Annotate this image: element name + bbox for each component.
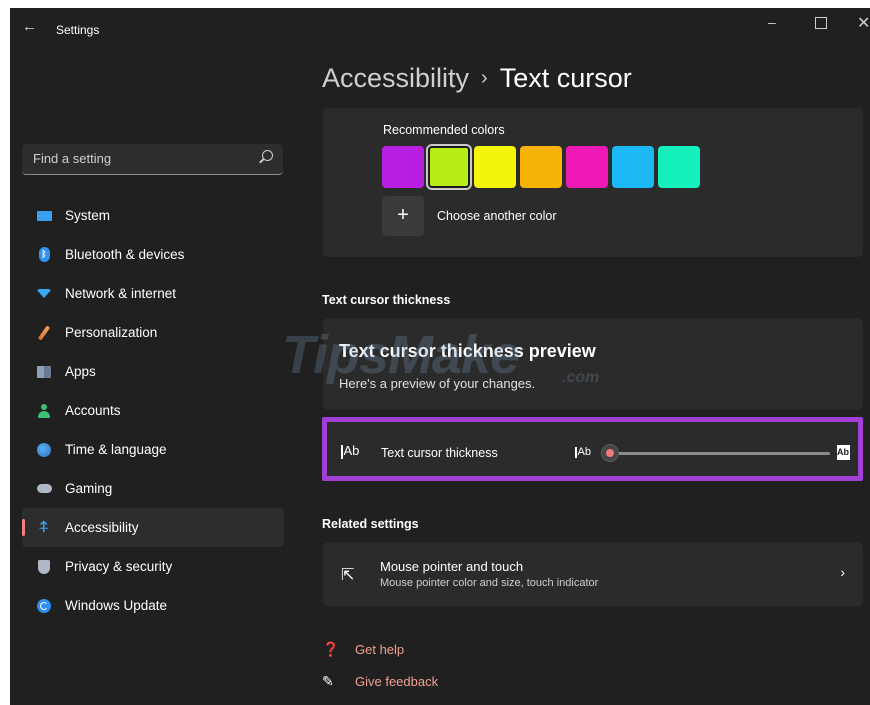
thickness-heading: Text cursor thickness: [322, 293, 451, 307]
breadcrumb: Accessibility › Text cursor: [322, 63, 632, 94]
title-bar: ← Settings – ✕: [10, 8, 870, 48]
sidebar-item-privacy[interactable]: Privacy & security: [22, 547, 284, 586]
sidebar-item-label: Bluetooth & devices: [65, 247, 185, 262]
sidebar-item-system[interactable]: System: [22, 196, 284, 235]
color-swatch[interactable]: [474, 146, 516, 188]
app-title: Settings: [56, 23, 100, 37]
thickness-slider-thumb[interactable]: [601, 444, 619, 462]
text-cursor-icon: Ab: [341, 443, 359, 459]
thickness-slider-track[interactable]: [610, 452, 830, 455]
sidebar-item-personalization[interactable]: Personalization: [22, 313, 284, 352]
maximize-icon[interactable]: [815, 17, 827, 29]
sidebar-item-label: Personalization: [65, 325, 158, 340]
color-swatch[interactable]: [382, 146, 424, 188]
color-swatch[interactable]: [612, 146, 654, 188]
mouse-pointer-subtitle: Mouse pointer color and size, touch indi…: [380, 577, 599, 589]
globe-clock-icon: [36, 442, 52, 458]
related-settings-heading: Related settings: [322, 517, 419, 531]
sidebar-item-label: Network & internet: [65, 286, 177, 301]
mouse-pointer-title: Mouse pointer and touch: [380, 559, 524, 574]
thick-cursor-icon: Ab: [837, 445, 850, 460]
color-swatches: [382, 146, 700, 188]
sidebar-nav: System ᛒ Bluetooth & devices Network & i…: [22, 196, 284, 625]
sidebar-item-label: Windows Update: [65, 598, 168, 613]
watermark-suffix: .com: [562, 369, 600, 386]
brush-icon: [36, 324, 52, 341]
thickness-setting-row: Ab Text cursor thickness Ab Ab: [322, 417, 863, 481]
sidebar-item-time-language[interactable]: Time & language: [22, 430, 284, 469]
sidebar-item-label: Gaming: [65, 481, 113, 496]
thickness-label: Text cursor thickness: [381, 446, 498, 460]
choose-color-label[interactable]: Choose another color: [437, 209, 557, 223]
sidebar-item-accounts[interactable]: Accounts: [22, 391, 284, 430]
sidebar-item-label: Privacy & security: [65, 559, 173, 574]
minimize-icon[interactable]: –: [768, 14, 776, 30]
feedback-icon: ✎: [322, 673, 334, 689]
wifi-icon: [36, 286, 52, 302]
color-swatch[interactable]: [566, 146, 608, 188]
controller-icon: [36, 481, 52, 497]
active-indicator: [22, 519, 25, 536]
page-title: Text cursor: [499, 63, 632, 93]
back-arrow-icon[interactable]: ←: [22, 18, 37, 35]
sidebar-item-gaming[interactable]: Gaming: [22, 469, 284, 508]
sidebar-item-bluetooth[interactable]: ᛒ Bluetooth & devices: [22, 235, 284, 274]
watermark-logo: TipsMake: [282, 325, 520, 385]
chevron-right-icon: ›: [840, 564, 845, 580]
add-color-button[interactable]: +: [382, 196, 424, 236]
settings-window: ← Settings – ✕ Find a setting System ᛒ B…: [10, 8, 870, 705]
close-icon[interactable]: ✕: [857, 13, 870, 33]
breadcrumb-parent[interactable]: Accessibility: [322, 63, 469, 93]
sidebar-item-label: System: [65, 208, 111, 223]
sidebar-item-apps[interactable]: Apps: [22, 352, 284, 391]
give-feedback-link[interactable]: Give feedback: [355, 674, 438, 689]
search-input[interactable]: Find a setting: [22, 144, 283, 175]
apps-icon: [36, 364, 52, 380]
person-icon: [36, 403, 52, 419]
search-icon[interactable]: [262, 150, 273, 161]
mouse-pointer-setting[interactable]: ⇱ Mouse pointer and touch Mouse pointer …: [323, 542, 863, 606]
help-icon: ❓: [322, 641, 340, 657]
color-swatch[interactable]: [658, 146, 700, 188]
color-card: Recommended colors + Choose another colo…: [323, 108, 863, 257]
monitor-icon: [36, 208, 52, 224]
sidebar-item-label: Accessibility: [65, 520, 139, 535]
color-swatch[interactable]: [428, 146, 470, 188]
thin-cursor-icon: Ab: [575, 446, 591, 458]
bluetooth-icon: ᛒ: [36, 247, 52, 263]
breadcrumb-separator: ›: [481, 67, 488, 89]
update-icon: [36, 598, 52, 614]
accessibility-icon: ⍏: [39, 518, 49, 536]
mouse-pointer-icon: ⇱: [341, 567, 355, 584]
search-placeholder: Find a setting: [33, 151, 112, 166]
sidebar-item-network[interactable]: Network & internet: [22, 274, 284, 313]
color-swatch[interactable]: [520, 146, 562, 188]
get-help-link[interactable]: Get help: [355, 642, 404, 657]
recommended-colors-label: Recommended colors: [383, 123, 505, 137]
sidebar-item-label: Apps: [65, 364, 96, 379]
sidebar-item-windows-update[interactable]: Windows Update: [22, 586, 284, 625]
shield-icon: [36, 559, 52, 575]
sidebar-item-label: Time & language: [65, 442, 167, 457]
sidebar-item-accessibility[interactable]: ⍏ Accessibility: [22, 508, 284, 547]
sidebar-item-label: Accounts: [65, 403, 121, 418]
